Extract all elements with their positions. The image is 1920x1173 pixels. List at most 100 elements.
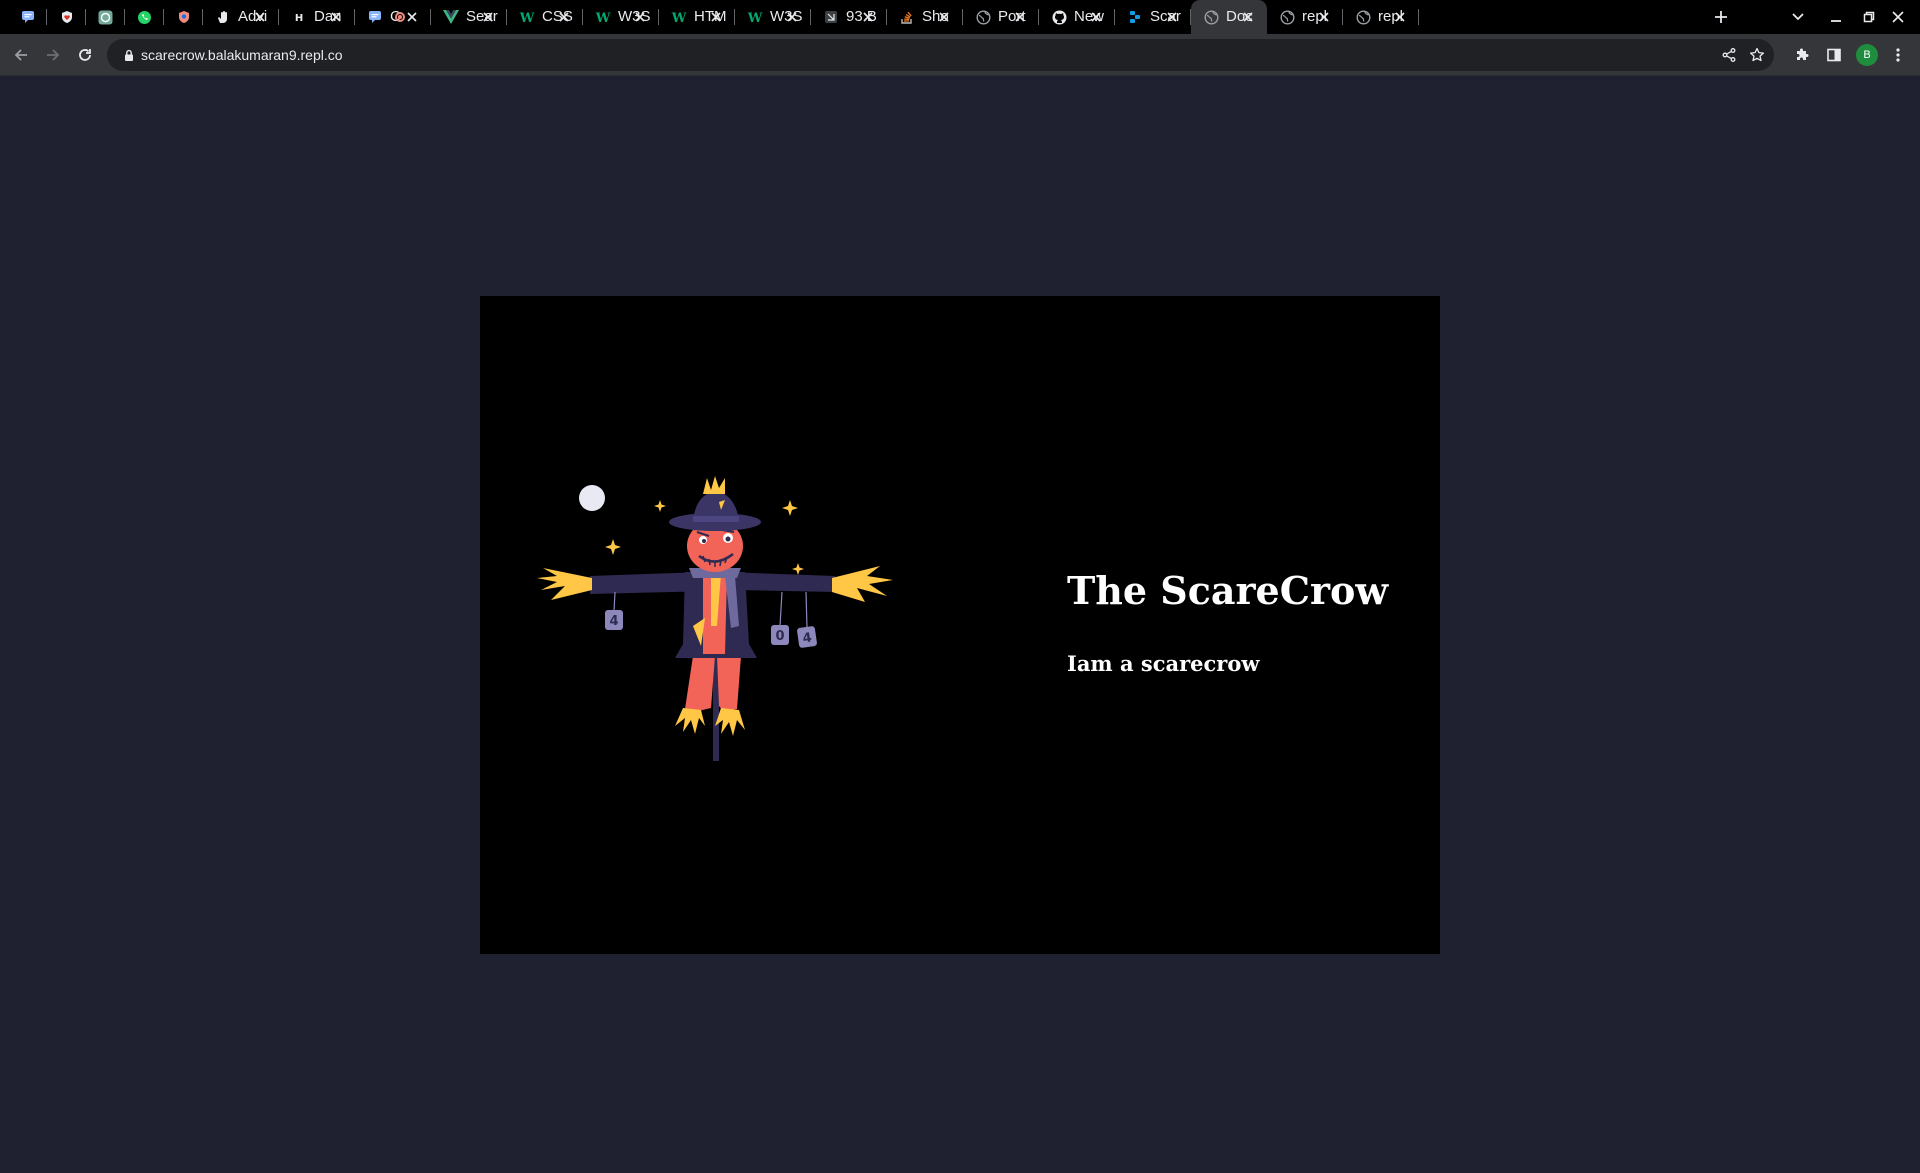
close-icon bbox=[787, 12, 797, 22]
tab-close-button[interactable] bbox=[1164, 9, 1180, 25]
tab[interactable]: New bbox=[1039, 0, 1115, 34]
globe-icon bbox=[1355, 9, 1371, 25]
tab-close-button[interactable] bbox=[1316, 9, 1332, 25]
new-tab-button[interactable] bbox=[1709, 5, 1733, 29]
close-icon bbox=[1243, 12, 1253, 22]
w3schools-icon: W bbox=[519, 9, 535, 25]
reload-button[interactable] bbox=[73, 43, 97, 67]
svg-text:W: W bbox=[519, 11, 535, 24]
tab-close-button[interactable] bbox=[936, 9, 952, 25]
menu-button[interactable] bbox=[1886, 43, 1910, 67]
tab[interactable]: Sho bbox=[887, 0, 963, 34]
tab-close-button[interactable] bbox=[860, 9, 876, 25]
tab[interactable]: C bbox=[355, 0, 431, 34]
document-icon bbox=[823, 9, 839, 25]
tab-close-button[interactable] bbox=[404, 9, 420, 25]
close-icon bbox=[1167, 12, 1177, 22]
svg-text:W: W bbox=[671, 11, 687, 24]
tab-close-button[interactable] bbox=[1088, 9, 1104, 25]
plus-icon bbox=[1715, 11, 1727, 23]
close-icon bbox=[711, 12, 721, 22]
tab-close-button[interactable] bbox=[1392, 9, 1408, 25]
tab[interactable] bbox=[86, 0, 125, 34]
tab-close-button[interactable] bbox=[784, 9, 800, 25]
close-icon bbox=[1091, 12, 1101, 22]
tab-close-button[interactable] bbox=[480, 9, 496, 25]
close-icon bbox=[939, 12, 949, 22]
tab[interactable]: repl bbox=[1343, 0, 1419, 34]
restore-button[interactable] bbox=[1857, 5, 1881, 29]
close-icon bbox=[255, 12, 265, 22]
tab[interactable]: Advi bbox=[203, 0, 279, 34]
tab-close-button[interactable] bbox=[328, 9, 344, 25]
tab[interactable]: W CSS bbox=[507, 0, 583, 34]
w3schools-icon: W bbox=[595, 9, 611, 25]
restore-icon bbox=[1863, 11, 1875, 23]
chatgpt-icon bbox=[98, 9, 114, 25]
tag-label: 0 bbox=[775, 629, 784, 644]
forward-button[interactable] bbox=[41, 43, 65, 67]
tab-close-button[interactable] bbox=[1012, 9, 1028, 25]
tab-active[interactable]: Doc bbox=[1191, 0, 1267, 34]
tab-close-button[interactable] bbox=[632, 9, 648, 25]
tab[interactable]: W W3S bbox=[583, 0, 659, 34]
tab[interactable]: H Dan bbox=[279, 0, 355, 34]
shield-badge-icon bbox=[176, 9, 192, 25]
close-icon bbox=[1015, 12, 1025, 22]
close-icon bbox=[1892, 11, 1904, 23]
close-window-button[interactable] bbox=[1886, 5, 1910, 29]
minimize-button[interactable] bbox=[1824, 5, 1848, 29]
arrow-right-icon bbox=[47, 49, 60, 61]
tab[interactable]: Port bbox=[963, 0, 1039, 34]
side-panel-button[interactable] bbox=[1822, 43, 1846, 67]
close-icon bbox=[1395, 12, 1405, 22]
puzzle-icon bbox=[1797, 48, 1809, 60]
address-bar[interactable]: scarecrow.balakumaran9.repl.co bbox=[107, 39, 1774, 71]
share-button[interactable] bbox=[1717, 43, 1741, 67]
tab[interactable]: Scar bbox=[1115, 0, 1191, 34]
tab-close-button[interactable] bbox=[252, 9, 268, 25]
chat-bubble-icon bbox=[20, 9, 36, 25]
arrow-left-icon bbox=[14, 49, 27, 61]
profile-avatar[interactable]: B bbox=[1856, 44, 1878, 66]
tab[interactable] bbox=[125, 0, 164, 34]
bookmark-button[interactable] bbox=[1745, 43, 1769, 67]
extensions-button[interactable] bbox=[1790, 43, 1814, 67]
tab[interactable]: 93 B bbox=[811, 0, 887, 34]
tab[interactable]: Sear bbox=[431, 0, 507, 34]
reload-icon bbox=[79, 49, 91, 61]
tab-search-button[interactable] bbox=[1786, 5, 1810, 29]
tab[interactable] bbox=[47, 0, 86, 34]
tab-close-button[interactable] bbox=[556, 9, 572, 25]
github-icon bbox=[1051, 9, 1067, 25]
hashnode-icon: H bbox=[291, 9, 307, 25]
back-button[interactable] bbox=[9, 43, 33, 67]
whatsapp-icon bbox=[137, 9, 153, 25]
tab[interactable]: W W3S bbox=[735, 0, 811, 34]
moon-icon bbox=[579, 485, 605, 511]
tab[interactable]: W HTM bbox=[659, 0, 735, 34]
replit-icon bbox=[1127, 9, 1143, 25]
close-icon bbox=[863, 12, 873, 22]
star-icon bbox=[1749, 47, 1765, 62]
shield-heart-icon bbox=[59, 9, 75, 25]
tab[interactable] bbox=[8, 0, 47, 34]
hand-icon bbox=[215, 9, 231, 25]
tab[interactable] bbox=[164, 0, 203, 34]
tab-strip: Advi H Dan C Sear W CSS W W3S W HTM W W3S 93 B Sho Port… bbox=[0, 0, 1920, 34]
globe-icon bbox=[1279, 9, 1295, 25]
svg-text:W: W bbox=[595, 11, 611, 24]
globe-icon bbox=[1203, 9, 1219, 25]
content-card: 4 0 4 The ScareCrow Iam a scarecrow bbox=[480, 296, 1440, 954]
url-text[interactable]: scarecrow.balakumaran9.repl.co bbox=[141, 39, 343, 71]
w3schools-icon: W bbox=[671, 9, 687, 25]
tab-close-button[interactable] bbox=[708, 9, 724, 25]
lock-icon[interactable] bbox=[121, 47, 137, 63]
tab[interactable]: repl bbox=[1267, 0, 1343, 34]
chevron-down-icon bbox=[1792, 13, 1804, 21]
page-title: The ScareCrow bbox=[1067, 568, 1389, 613]
svg-text:W: W bbox=[747, 11, 763, 24]
browser-toolbar: scarecrow.balakumaran9.repl.co B bbox=[0, 34, 1920, 76]
tab-close-button[interactable] bbox=[1240, 9, 1256, 25]
svg-text:H: H bbox=[295, 13, 303, 23]
